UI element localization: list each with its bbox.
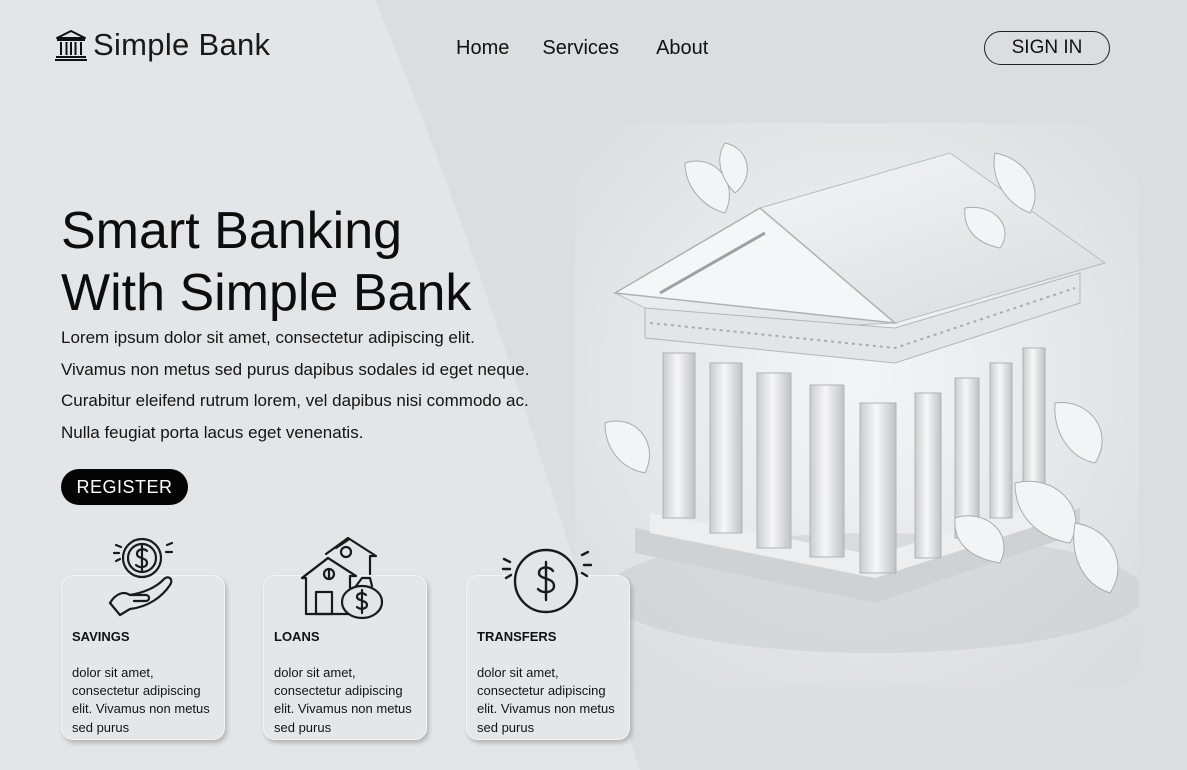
- card-text: dolor sit amet, consectetur adipiscing e…: [477, 665, 615, 735]
- card-title: TRANSFERS: [477, 629, 557, 644]
- hero-text-line: Nulla feugiat porta lacus eget venenatis…: [61, 422, 364, 442]
- dollar-coin-icon: [501, 548, 593, 614]
- register-button[interactable]: REGISTER: [61, 469, 188, 505]
- hero-description: Lorem ipsum dolor sit amet, consectetur …: [61, 322, 561, 448]
- hand-coin-icon: [108, 537, 174, 617]
- bank-building-illustration: [575, 123, 1139, 687]
- sign-in-button[interactable]: SIGN IN: [984, 31, 1110, 65]
- bank-icon: [55, 30, 87, 61]
- card-text: dolor sit amet, consectetur adipiscing e…: [274, 665, 412, 735]
- card-title: SAVINGS: [72, 629, 130, 644]
- hero-title-line-2: With Simple Bank: [61, 264, 472, 322]
- hero-text-line: Vivamus non metus sed purus dapibus soda…: [61, 359, 530, 379]
- main-nav: Home Services About: [456, 37, 708, 60]
- card-text: dolor sit amet, consectetur adipiscing e…: [72, 665, 210, 735]
- brand-name: Simple Bank: [93, 27, 271, 62]
- hero-title-line-1: Smart Banking: [61, 202, 403, 260]
- card-title: LOANS: [274, 629, 320, 644]
- hero-text-line: Lorem ipsum dolor sit amet, consectetur …: [61, 328, 475, 347]
- hero-title: Smart Banking With Simple Bank: [61, 200, 471, 324]
- house-money-bag-icon: [300, 536, 384, 620]
- hero-text-line: Curabitur eleifend rutrum lorem, vel dap…: [61, 391, 529, 411]
- nav-services[interactable]: Services: [542, 37, 619, 60]
- nav-about[interactable]: About: [656, 37, 708, 60]
- nav-home[interactable]: Home: [456, 37, 509, 60]
- site-header: Simple Bank Home Services About SIGN IN: [0, 0, 1187, 100]
- brand-logo[interactable]: Simple Bank: [54, 27, 270, 63]
